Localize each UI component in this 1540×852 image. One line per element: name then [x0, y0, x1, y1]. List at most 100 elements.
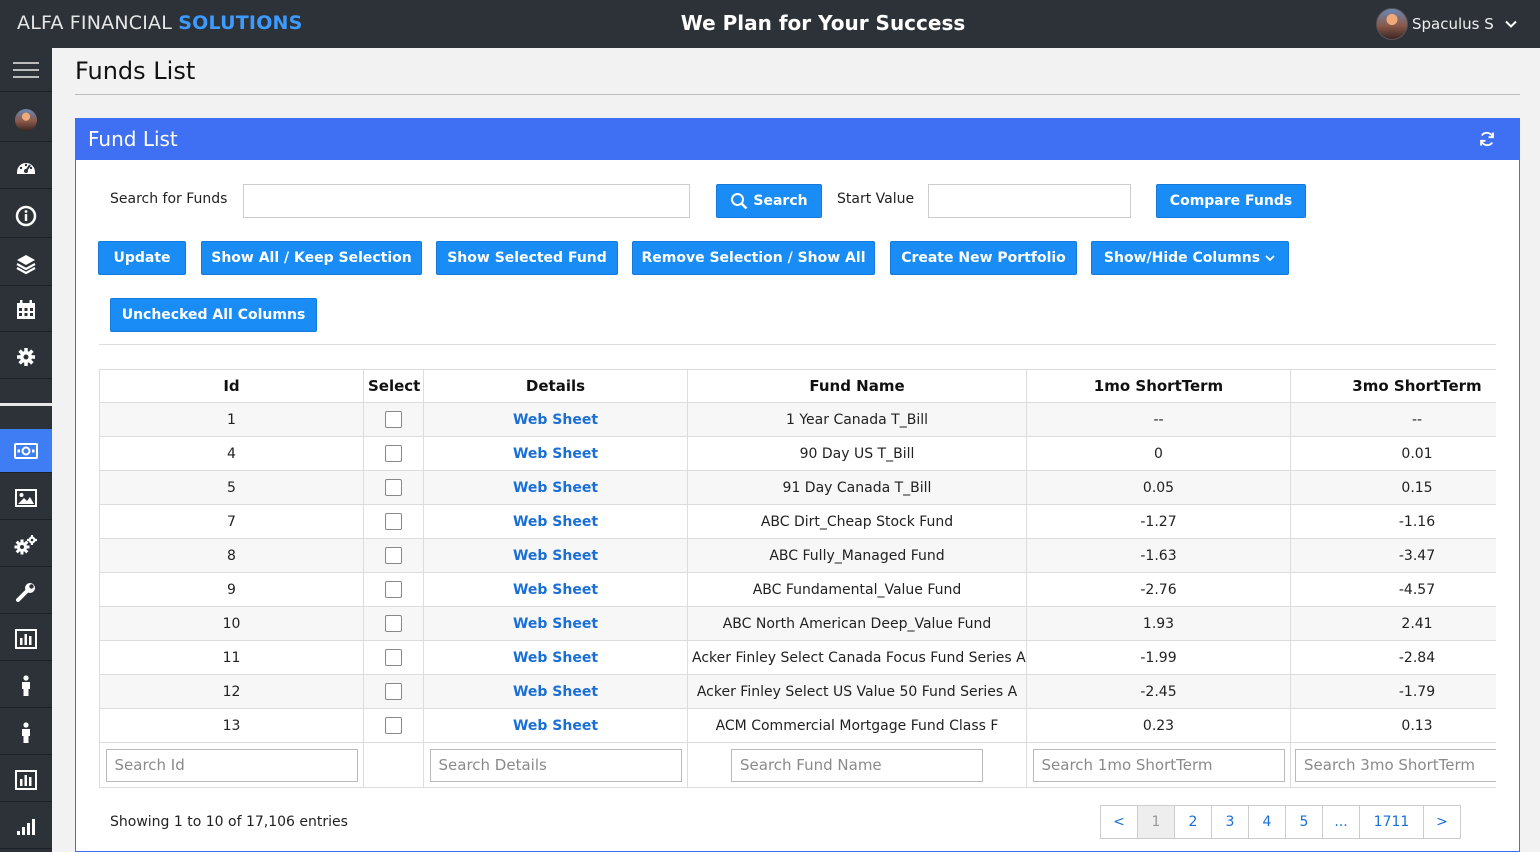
web-sheet-link[interactable]: Web Sheet: [423, 402, 688, 437]
cell-select: [363, 436, 424, 471]
cell-3mo-shortterm: -2.84: [1290, 640, 1496, 675]
web-sheet-link[interactable]: Web Sheet: [423, 640, 688, 675]
search-details-input[interactable]: [429, 748, 682, 782]
web-sheet-link[interactable]: Web Sheet: [423, 504, 688, 539]
cell-1mo-shortterm: 0.23: [1026, 708, 1291, 743]
column-header-fund-name[interactable]: Fund Name: [687, 369, 1027, 403]
cell-fund-name: ABC Fully_Managed Fund: [687, 538, 1027, 573]
sidebar-item-calendar[interactable]: [0, 288, 52, 332]
cell-fund-name: ABC North American Deep_Value Fund: [687, 606, 1027, 641]
sidebar-item-funds[interactable]: [0, 429, 52, 473]
filter-cell-select: [363, 742, 424, 788]
cell-id: 10: [99, 606, 364, 641]
row-select-checkbox[interactable]: [385, 513, 402, 530]
web-sheet-link[interactable]: Web Sheet: [423, 470, 688, 505]
row-select-checkbox[interactable]: [385, 649, 402, 666]
page-button-4[interactable]: 4: [1248, 805, 1286, 839]
search-1mo-shortterm-input[interactable]: [1032, 748, 1285, 782]
web-sheet-link[interactable]: Web Sheet: [423, 708, 688, 743]
cell-select: [363, 572, 424, 607]
row-select-checkbox[interactable]: [385, 581, 402, 598]
cell-3mo-shortterm: -1.79: [1290, 674, 1496, 709]
user-avatar-icon: [15, 108, 37, 131]
row-select-checkbox[interactable]: [385, 411, 402, 428]
show-hide-columns-button[interactable]: Show/Hide Columns: [1091, 241, 1289, 275]
column-header-3mo-shortterm[interactable]: 3mo ShortTerm: [1290, 369, 1496, 403]
sidebar-item-signal[interactable]: [0, 805, 52, 849]
filter-cell-3mo: [1290, 742, 1496, 788]
row-select-checkbox[interactable]: [385, 717, 402, 734]
cell-id: 7: [99, 504, 364, 539]
sidebar-item-dashboard[interactable]: [0, 145, 52, 189]
brand-name-accent: SOLUTIONS: [178, 12, 303, 34]
sidebar-item-settings[interactable]: [0, 335, 52, 379]
cell-id: 12: [99, 674, 364, 709]
web-sheet-link[interactable]: Web Sheet: [423, 538, 688, 573]
row-select-checkbox[interactable]: [385, 615, 402, 632]
sidebar-item-gallery[interactable]: [0, 476, 52, 520]
page-button-2[interactable]: 2: [1174, 805, 1212, 839]
next-page-button[interactable]: >: [1423, 805, 1461, 839]
sidebar-item-info[interactable]: [0, 194, 52, 238]
column-header-id[interactable]: Id: [99, 369, 364, 403]
cell-3mo-shortterm: 0.01: [1290, 436, 1496, 471]
sidebar-item-person-2[interactable]: [0, 711, 52, 755]
search-3mo-shortterm-input[interactable]: [1295, 748, 1496, 782]
panel-title: Fund List: [88, 127, 178, 151]
table-filter-row: [99, 742, 1496, 788]
sidebar-item-profile[interactable]: [0, 98, 52, 142]
previous-page-button[interactable]: <: [1100, 805, 1138, 839]
filter-cell-1mo: [1026, 742, 1291, 788]
start-value-input[interactable]: [928, 184, 1131, 218]
web-sheet-link[interactable]: Web Sheet: [423, 572, 688, 607]
user-menu[interactable]: Spaculus S: [1376, 8, 1518, 40]
web-sheet-link[interactable]: Web Sheet: [423, 436, 688, 471]
funds-table-container[interactable]: Id Select Details Fund Name 1mo ShortTer…: [99, 369, 1496, 791]
web-sheet-link[interactable]: Web Sheet: [423, 674, 688, 709]
page-button-1711[interactable]: 1711: [1359, 805, 1424, 839]
row-select-checkbox[interactable]: [385, 683, 402, 700]
cell-3mo-shortterm: -1.16: [1290, 504, 1496, 539]
search-funds-input[interactable]: [243, 184, 690, 218]
create-new-portfolio-button[interactable]: Create New Portfolio: [890, 241, 1077, 275]
unchecked-all-columns-button[interactable]: Unchecked All Columns: [110, 298, 317, 332]
cell-id: 11: [99, 640, 364, 675]
column-header-details[interactable]: Details: [423, 369, 688, 403]
page-button-5[interactable]: 5: [1285, 805, 1323, 839]
image-icon: [15, 488, 37, 507]
refresh-icon[interactable]: [1479, 131, 1495, 147]
web-sheet-link[interactable]: Web Sheet: [423, 606, 688, 641]
cell-id: 9: [99, 572, 364, 607]
show-selected-fund-button[interactable]: Show Selected Fund: [436, 241, 618, 275]
page-button-3[interactable]: 3: [1211, 805, 1249, 839]
sidebar-item-configuration[interactable]: [0, 523, 52, 567]
cell-3mo-shortterm: 0.13: [1290, 708, 1496, 743]
row-select-checkbox[interactable]: [385, 445, 402, 462]
row-select-checkbox[interactable]: [385, 479, 402, 496]
row-select-checkbox[interactable]: [385, 547, 402, 564]
section-divider: [99, 344, 1496, 345]
sidebar-item-tools[interactable]: [0, 570, 52, 614]
remove-selection-button[interactable]: Remove Selection / Show All: [632, 241, 875, 275]
sidebar-item-analytics[interactable]: [0, 758, 52, 802]
entries-info: Showing 1 to 10 of 17,106 entries: [110, 814, 348, 830]
column-header-select[interactable]: Select: [363, 369, 424, 403]
brand-logo[interactable]: ALFA FINANCIAL SOLUTIONS: [17, 12, 303, 34]
cell-id: 5: [99, 470, 364, 505]
search-button[interactable]: Search: [716, 184, 822, 218]
search-id-input[interactable]: [105, 748, 358, 782]
sidebar-item-person[interactable]: [0, 664, 52, 708]
cell-1mo-shortterm: -1.99: [1026, 640, 1291, 675]
sidebar-item-reports[interactable]: [0, 617, 52, 661]
cell-fund-name: ACM Commercial Mortgage Fund Class F: [687, 708, 1027, 743]
sidebar-toggle[interactable]: [0, 48, 52, 92]
cell-3mo-shortterm: -3.47: [1290, 538, 1496, 573]
column-header-1mo-shortterm[interactable]: 1mo ShortTerm: [1026, 369, 1291, 403]
show-all-keep-selection-button[interactable]: Show All / Keep Selection: [201, 241, 422, 275]
compare-funds-button[interactable]: Compare Funds: [1156, 184, 1306, 218]
search-fund-name-input[interactable]: [731, 748, 983, 782]
page-button-1[interactable]: 1: [1137, 805, 1175, 839]
cell-fund-name: ABC Fundamental_Value Fund: [687, 572, 1027, 607]
sidebar-item-layers[interactable]: [0, 242, 52, 286]
update-button[interactable]: Update: [98, 241, 186, 275]
